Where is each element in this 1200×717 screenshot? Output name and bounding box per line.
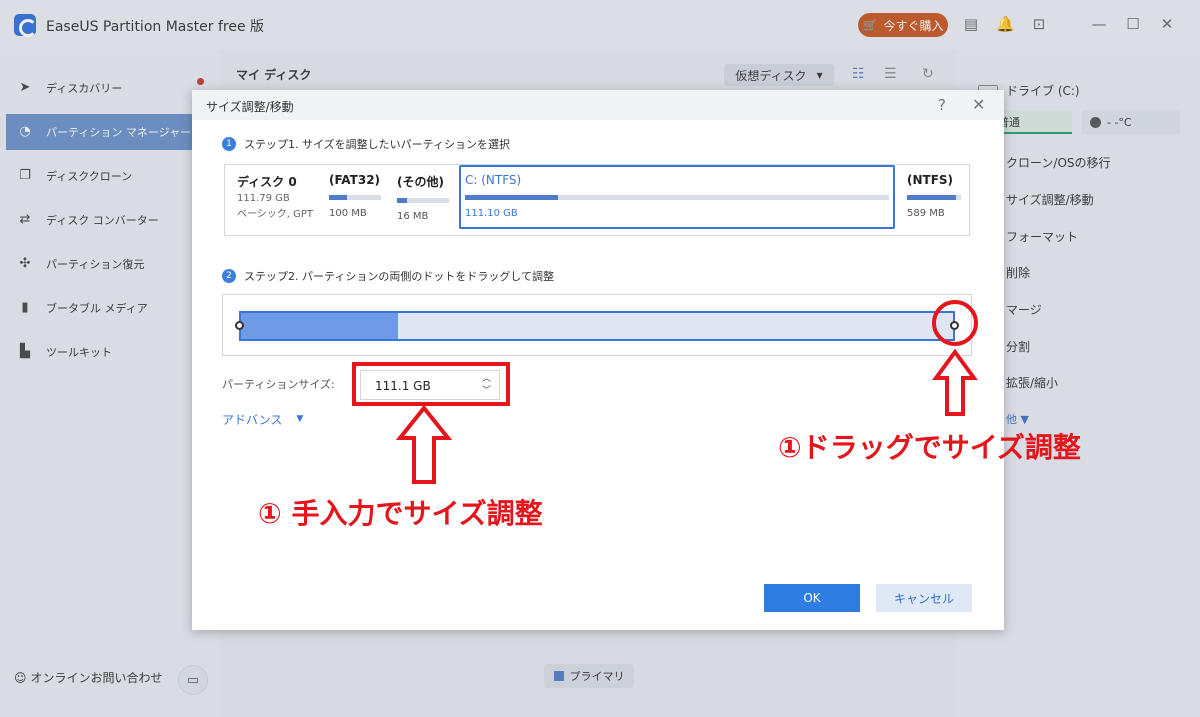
partition-name: (NTFS) [907,173,954,187]
disk-map: ディスク 0 111.79 GB ベーシック, GPT (FAT32) 100 … [224,164,970,236]
partition-c-selected[interactable]: C: (NTFS) 111.10 GB [459,165,895,229]
partition-usage-bar [465,195,889,200]
partition-c: C: (NTFS) 111.10 GB [465,173,889,219]
annotation-manual-resize-text: ① 手入力でサイズ調整 [258,497,543,530]
partition-usage-fill [329,195,348,200]
partition-usage-fill [907,195,956,200]
partition-size-label: パーティションサイズ: [222,378,335,391]
disk-size: 111.79 GB [237,193,290,204]
partition-size: 111.10 GB [465,208,518,219]
left-resize-handle[interactable] [235,321,244,330]
step2-number: 2 [222,269,236,283]
cancel-button[interactable]: キャンセル [876,584,972,612]
ok-button[interactable]: OK [764,584,860,612]
step1-label: ステップ1. サイズを調整したいパーティションを選択 [244,138,510,151]
partition-name: (その他) [397,175,444,189]
partition-usage-bar [329,195,381,200]
resize-area [222,294,972,356]
disk-type: ベーシック, GPT [237,209,314,220]
partition-name: C: (NTFS) [465,173,522,187]
partition-usage-bar [397,198,449,203]
annotation-arrow-up-icon [932,348,978,416]
partition-usage-bar [907,195,961,200]
partition-size: 589 MB [907,208,945,219]
resize-move-dialog: サイズ調整/移動 ? ✕ 1 ステップ1. サイズを調整したいパーティションを選… [192,90,1004,630]
disk-info: ディスク 0 111.79 GB ベーシック, GPT [237,173,313,222]
step1-number: 1 [222,137,236,151]
step2-heading: 2 ステップ2. パーティションの両側のドットをドラッグして調整 [222,268,554,284]
partition-usage-fill [465,195,559,200]
step2-label: ステップ2. パーティションの両側のドットをドラッグして調整 [244,270,554,283]
partition-name: (FAT32) [329,173,381,187]
advanced-toggle[interactable]: アドバンス ▼ [222,411,303,428]
annotation-highlight-box [352,362,510,406]
partition-size: 16 MB [397,211,429,222]
dialog-header: サイズ調整/移動 ? ✕ [192,90,1004,120]
used-space-fill [241,313,398,339]
triangle-down-icon: ▼ [296,414,304,424]
advanced-label: アドバンス [222,413,283,427]
partition-resize-bar[interactable] [239,311,955,341]
partition-size: 100 MB [329,208,367,219]
help-icon[interactable]: ? [938,96,946,114]
partition-ntfs-recovery[interactable]: (NTFS) 589 MB [907,173,961,219]
disk-name: ディスク 0 [237,175,297,189]
dialog-title: サイズ調整/移動 [206,100,294,114]
partition-fat32[interactable]: (FAT32) 100 MB [329,173,381,219]
partition-other[interactable]: (その他) 16 MB [397,173,449,222]
annotation-highlight-circle [932,300,978,346]
annotation-drag-resize-text: ①ドラッグでサイズ調整 [778,431,1081,464]
partition-usage-fill [397,198,408,203]
annotation-arrow-up-icon [396,404,452,484]
step1-heading: 1 ステップ1. サイズを調整したいパーティションを選択 [222,136,510,152]
close-icon[interactable]: ✕ [972,95,985,114]
